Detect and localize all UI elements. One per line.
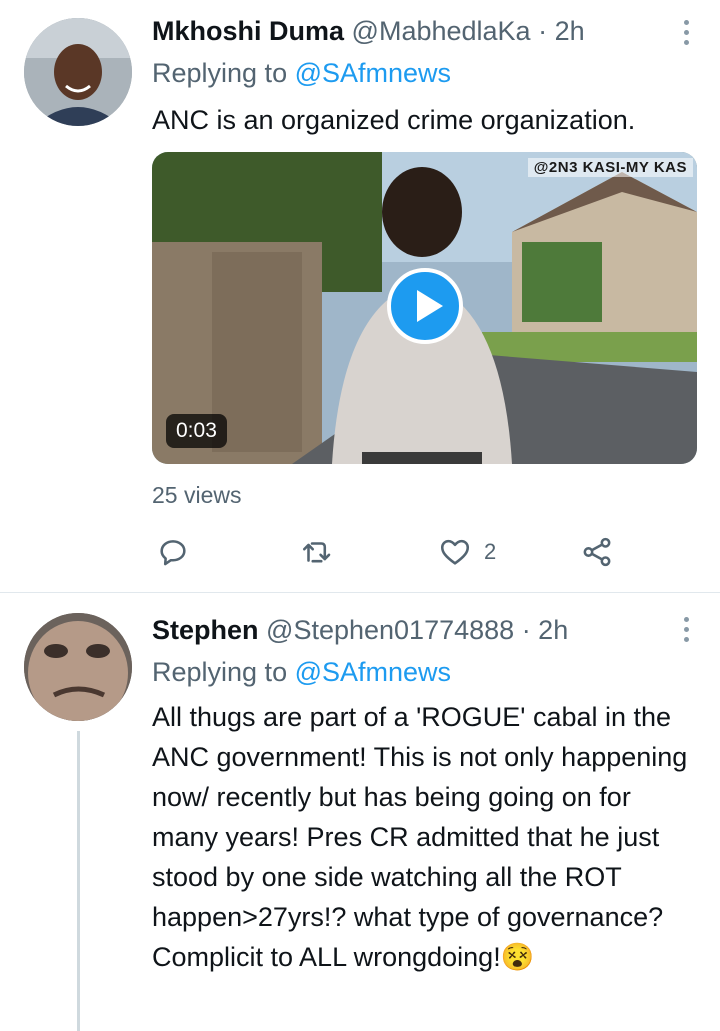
author-name[interactable]: Mkhoshi Duma — [152, 16, 344, 46]
tweet-actions: 2 — [152, 532, 652, 572]
reply-button[interactable] — [156, 532, 190, 572]
avatar[interactable] — [24, 613, 132, 721]
more-vertical-icon[interactable] — [682, 20, 690, 48]
video-player[interactable]: @2N3 KASI-MY KAS 0:03 — [152, 152, 697, 464]
like-button[interactable]: 2 — [438, 532, 496, 572]
tweet-time[interactable]: · 2h — [538, 16, 585, 46]
replying-to-handle[interactable]: @SAfmnews — [295, 58, 451, 88]
video-watermark: @2N3 KASI-MY KAS — [527, 158, 693, 177]
reply-icon — [160, 540, 186, 566]
tweet-text: ANC is an organized crime organization. — [152, 105, 636, 135]
tweet-header: Stephen @Stephen01774888 · 2h — [152, 615, 568, 646]
like-count: 2 — [484, 539, 497, 564]
tweet[interactable]: Stephen @Stephen01774888 · 2h Replying t… — [0, 593, 720, 1031]
replying-prefix: Replying to — [152, 58, 288, 88]
retweet-icon — [302, 542, 331, 563]
tweet-text: All thugs are part of a 'ROGUE' cabal in… — [152, 697, 697, 977]
tweet-header: Mkhoshi Duma @MabhedlaKa · 2h — [152, 16, 585, 47]
thread-line — [77, 731, 80, 1031]
replying-to-handle[interactable]: @SAfmnews — [295, 657, 451, 687]
play-icon[interactable] — [387, 268, 463, 344]
replying-prefix: Replying to — [152, 657, 288, 687]
tweet-time[interactable]: · 2h — [522, 615, 569, 645]
retweet-button[interactable] — [300, 532, 334, 572]
like-icon — [440, 539, 470, 565]
tweet-text-content: All thugs are part of a 'ROGUE' cabal in… — [152, 702, 688, 972]
share-icon — [583, 537, 611, 567]
replying-to: Replying to @SAfmnews — [152, 58, 451, 89]
share-button[interactable] — [580, 532, 614, 572]
view-count: 25 views — [152, 482, 242, 508]
author-handle[interactable]: @Stephen01774888 — [266, 615, 514, 645]
more-vertical-icon[interactable] — [682, 617, 690, 645]
author-handle[interactable]: @MabhedlaKa — [352, 16, 531, 46]
dizzy-face-emoji: 😵 — [500, 942, 535, 972]
replying-to: Replying to @SAfmnews — [152, 657, 451, 688]
author-name[interactable]: Stephen — [152, 615, 259, 645]
avatar[interactable] — [24, 18, 132, 126]
video-duration: 0:03 — [166, 414, 227, 448]
tweet[interactable]: Mkhoshi Duma @MabhedlaKa · 2h Replying t… — [0, 0, 720, 593]
